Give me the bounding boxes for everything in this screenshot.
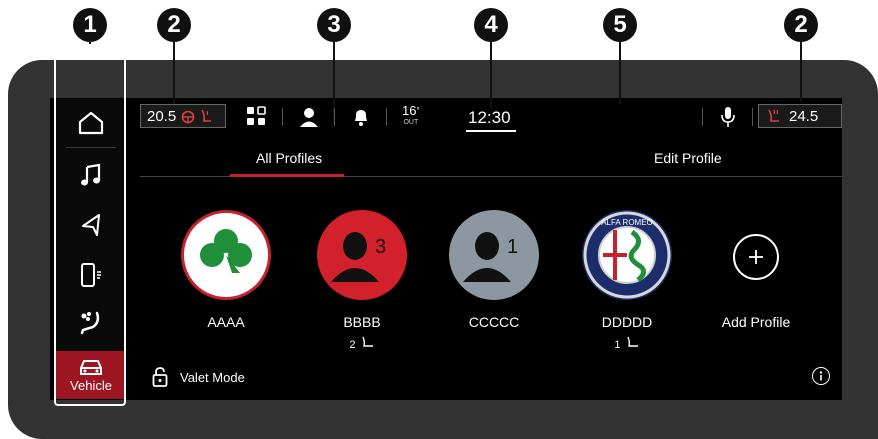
bell-icon — [355, 110, 367, 126]
profile-seat-memory-ddddd: 1 — [557, 336, 697, 351]
profile-name-ddddd: DDDDD — [601, 314, 653, 330]
profile-avatar-ccccc[interactable]: 1 — [449, 210, 539, 300]
heated-steering-icon — [181, 110, 195, 124]
profile-name-aaaa: AAAA — [207, 314, 245, 330]
profile-avatar-aaaa[interactable] — [181, 210, 271, 300]
voice-button[interactable] — [720, 106, 736, 128]
status-divider — [386, 108, 387, 126]
tab-all-profiles[interactable]: All Profiles — [256, 150, 322, 166]
status-bar: 20.5 16° OUT 12:30 24.5 — [138, 100, 844, 134]
sidebar-divider — [66, 147, 116, 148]
valet-mode-label: Valet Mode — [180, 369, 245, 385]
alfa-romeo-logo-icon: ALFA ROMEO — [583, 211, 671, 299]
sidebar-item-media[interactable] — [56, 155, 126, 195]
car-icon — [80, 359, 102, 375]
seat-memory-number: 2 — [349, 339, 356, 351]
profile-badge-number: 1 — [507, 236, 519, 258]
heated-seat-icon — [768, 109, 779, 122]
notifications-button[interactable] — [352, 107, 370, 127]
callout-3: 3 — [317, 8, 351, 42]
driver-climate-box[interactable]: 20.5 — [140, 104, 226, 128]
profile-avatar-ddddd[interactable]: ALFA ROMEO — [582, 210, 672, 300]
clock[interactable]: 12:30 — [468, 108, 511, 128]
valet-mode-button[interactable]: Valet Mode — [152, 367, 245, 387]
tab-edit-profile[interactable]: Edit Profile — [654, 150, 722, 166]
navigation-arrow-icon — [82, 214, 100, 236]
seat-icon — [626, 336, 638, 347]
add-profile-label: Add Profile — [721, 314, 791, 330]
sidebar-item-home[interactable] — [56, 103, 126, 143]
status-divider — [334, 108, 335, 126]
profile-tabs: All Profiles Edit Profile — [140, 150, 843, 178]
home-icon — [78, 111, 104, 135]
profile-name-ccccc: CCCCC — [468, 314, 520, 330]
passenger-temperature: 24.5 — [789, 107, 819, 125]
profile-avatar-bbbb[interactable]: 3 — [317, 210, 407, 300]
cloverleaf-icon — [200, 229, 252, 273]
info-icon — [819, 371, 823, 381]
phone-icon — [81, 263, 101, 287]
profile-badge-number: 3 — [375, 236, 387, 258]
sidebar: Vehicle — [56, 99, 126, 399]
music-note-icon — [81, 163, 101, 186]
sidebar-item-climate[interactable] — [56, 303, 126, 343]
user-silhouette-icon — [331, 232, 379, 282]
seat-icon — [361, 336, 373, 347]
sidebar-item-vehicle[interactable]: Vehicle — [56, 351, 126, 399]
callout-2-left: 2 — [157, 8, 191, 42]
apps-grid-button[interactable] — [246, 106, 266, 126]
outside-temperature-label: OUT — [403, 119, 419, 126]
plus-icon — [749, 250, 763, 264]
callout-2-right: 2 — [784, 8, 818, 42]
user-icon — [300, 108, 318, 127]
outside-temperature: 16° OUT — [402, 103, 420, 126]
outside-temperature-value: 16 — [402, 103, 417, 118]
callout-1: 1 — [73, 8, 107, 42]
heated-seat-icon — [201, 109, 212, 122]
info-button[interactable] — [812, 367, 830, 385]
callout-5-leader — [619, 42, 621, 104]
lock-icon — [152, 367, 168, 387]
seat-memory-number: 1 — [614, 339, 621, 351]
callout-4-leader — [490, 42, 492, 108]
profile-name-bbbb: BBBB — [343, 314, 381, 330]
svg-text:ALFA ROMEO: ALFA ROMEO — [601, 218, 653, 227]
microphone-icon — [721, 107, 735, 127]
user-silhouette-icon — [463, 232, 511, 282]
passenger-climate-box[interactable]: 24.5 — [758, 104, 842, 128]
sidebar-item-phone[interactable] — [56, 255, 126, 295]
sidebar-item-vehicle-label: Vehicle — [70, 377, 112, 393]
apps-grid-icon — [247, 106, 266, 125]
profile-button[interactable] — [298, 106, 320, 128]
callout-2-left-leader — [173, 42, 175, 104]
callout-1-leader — [89, 42, 91, 46]
clock-underline — [466, 130, 516, 132]
climate-seat-icon — [80, 311, 100, 335]
status-divider — [702, 108, 703, 126]
callout-4: 4 — [474, 8, 508, 42]
callout-5: 5 — [603, 8, 637, 42]
display-screen — [50, 98, 842, 400]
add-profile-button[interactable] — [733, 234, 779, 280]
driver-temperature: 20.5 — [147, 107, 177, 125]
status-divider — [752, 108, 753, 126]
status-divider — [282, 108, 283, 126]
sidebar-item-navigation[interactable] — [56, 205, 126, 245]
profile-seat-memory-bbbb: 2 — [292, 336, 432, 351]
callout-2-right-leader — [800, 42, 802, 102]
tab-active-indicator — [230, 174, 344, 177]
